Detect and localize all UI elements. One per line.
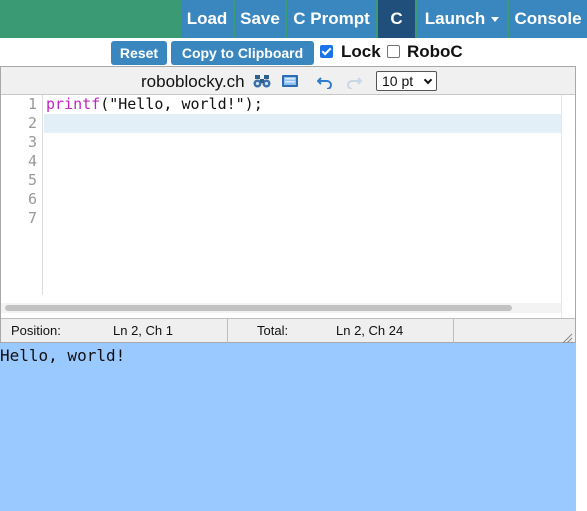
console-output-panel[interactable]: Hello, world!: [0, 343, 576, 511]
binoculars-icon[interactable]: [253, 73, 271, 94]
line-number: 4: [27, 152, 37, 170]
redo-icon[interactable]: [346, 73, 363, 94]
horizontal-scrollbar[interactable]: [1, 303, 561, 313]
roboc-label: RoboC: [407, 42, 463, 61]
code-function-name: printf: [46, 95, 101, 113]
font-size-value: 10 pt: [382, 73, 414, 89]
status-divider: [453, 319, 454, 343]
c-language-button[interactable]: C: [378, 0, 415, 38]
undo-icon[interactable]: [316, 73, 333, 94]
display-icon[interactable]: [281, 73, 299, 94]
position-value: Ln 2, Ch 1: [113, 323, 173, 338]
console-button[interactable]: Console: [509, 0, 587, 38]
vertical-scrollbar[interactable]: [561, 95, 575, 327]
c-prompt-button[interactable]: C Prompt: [287, 0, 376, 38]
line-number: 5: [27, 171, 37, 189]
top-toolbar: Load Save C Prompt C Launch Console: [0, 0, 587, 38]
position-label: Position:: [11, 323, 61, 338]
console-output-text: Hello, world!: [0, 346, 126, 365]
roboc-checkbox[interactable]: [387, 45, 400, 58]
status-bar: Position: Ln 2, Ch 1 Total: Ln 2, Ch 24: [1, 318, 575, 344]
launch-label: Launch: [424, 9, 486, 28]
line-number: 2: [27, 114, 37, 132]
line-number: 1: [27, 95, 37, 113]
code-arguments: ("Hello, world!");: [100, 95, 263, 113]
copy-to-clipboard-button[interactable]: Copy to Clipboard: [171, 41, 314, 65]
lock-label: Lock: [341, 42, 381, 61]
resize-grip-icon[interactable]: [561, 328, 573, 344]
line-number: 7: [27, 209, 37, 227]
right-margin: [576, 66, 587, 511]
editor-actions-bar: Reset Copy to Clipboard Lock RoboC: [0, 38, 587, 66]
status-divider: [227, 319, 228, 343]
scrollbar-thumb[interactable]: [5, 305, 512, 311]
code-editor: roboblocky.ch 10 pt 1 2 3 4 5 6 7 printf…: [0, 66, 576, 344]
code-line: printf("Hello, world!");: [46, 95, 263, 114]
line-number: 3: [27, 133, 37, 151]
font-size-select[interactable]: 10 pt: [376, 71, 437, 91]
total-value: Ln 2, Ch 24: [336, 323, 404, 338]
load-button[interactable]: Load: [181, 0, 233, 38]
reset-button[interactable]: Reset: [111, 41, 167, 65]
chevron-down-icon: [423, 75, 433, 85]
active-line-highlight: [44, 114, 561, 133]
lock-checkbox[interactable]: [320, 45, 333, 58]
save-button[interactable]: Save: [235, 0, 285, 38]
code-text-area[interactable]: printf("Hello, world!");: [44, 95, 561, 300]
chevron-down-icon: [491, 17, 500, 23]
editor-toolbar: roboblocky.ch 10 pt: [1, 67, 575, 95]
site-title: roboblocky.ch: [141, 72, 245, 91]
line-number: 6: [27, 190, 37, 208]
total-label: Total:: [257, 323, 289, 338]
launch-menu-button[interactable]: Launch: [417, 0, 507, 38]
line-number-gutter: 1 2 3 4 5 6 7: [1, 95, 43, 295]
